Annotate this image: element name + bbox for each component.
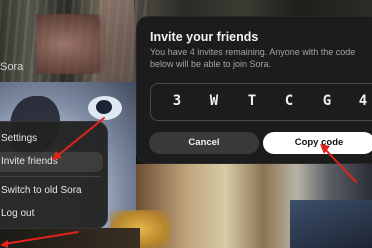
feed-thumbnail-anime-pupil [96,100,112,114]
dialog-title: Invite your friends [150,30,259,44]
feed-thumbnail-food [36,14,106,74]
feed-thumbnail-blue [290,200,372,248]
invite-code-char: T [247,93,257,109]
invite-code-box: 3 W T C G 4 [150,83,372,121]
copy-code-button[interactable]: Copy code [263,132,372,154]
menu-item-switch-to-old-sora[interactable]: Switch to old Sora [0,181,103,201]
invite-code-char: C [284,93,294,109]
menu-item-invite-friends[interactable]: Invite friends [0,152,103,172]
background-sora-label: Sora [0,61,24,73]
invite-friends-dialog: Invite your friends You have 4 invites r… [136,16,372,164]
dialog-description: You have 4 invites remaining. Anyone wit… [150,47,356,69]
feed-thumbnail-strip [0,228,140,248]
invite-code-char: G [322,93,332,109]
invite-code-char: 3 [172,93,182,109]
account-menu: Settings Invite friends Switch to old So… [0,121,108,229]
invite-code-char: 4 [358,93,368,109]
menu-divider [0,176,101,177]
feed-thumbnail-pink [100,0,134,82]
invite-code-char: W [209,93,219,109]
menu-item-settings[interactable]: Settings [0,129,103,149]
cancel-button[interactable]: Cancel [149,132,259,154]
menu-item-log-out[interactable]: Log out [0,204,103,224]
